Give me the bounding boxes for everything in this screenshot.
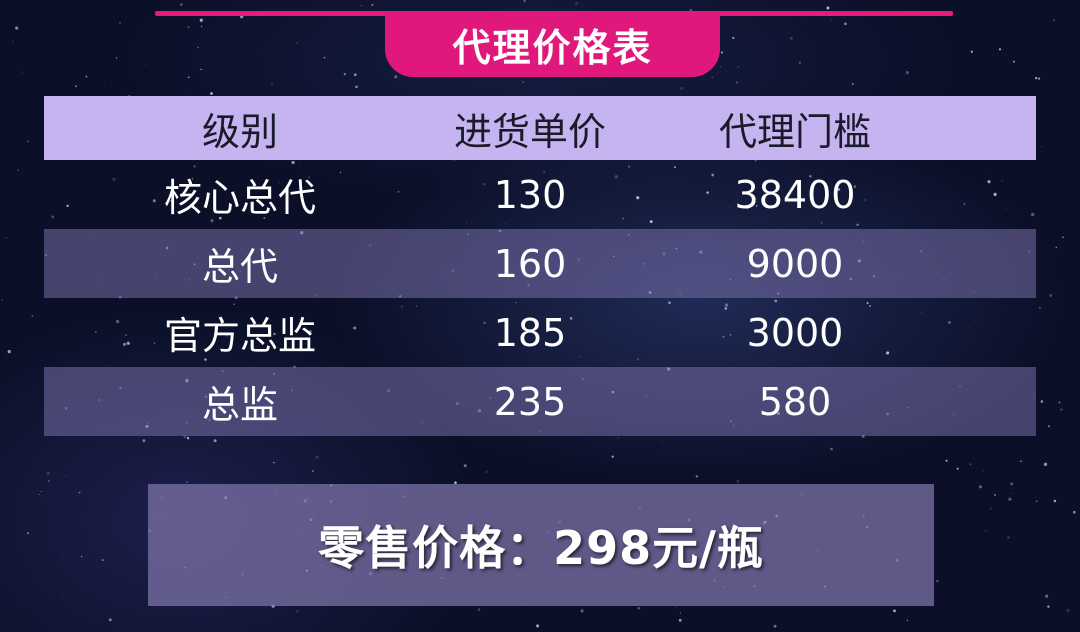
price-table: 级别 进货单价 代理门槛 核心总代 130 38400 总代 160 9000 … [44,96,1036,436]
table-row: 总代 160 9000 [44,229,1036,298]
page-title: 代理价格表 [452,24,653,70]
row-threshold: 3000 [746,310,844,355]
header-level: 级别 [201,109,278,154]
row-level: 官方总监 [163,314,316,358]
row-threshold: 9000 [746,241,844,286]
retail-price-box: 零售价格：298元/瓶 [148,484,934,606]
table-header-row: 级别 进货单价 代理门槛 [44,96,1036,160]
table-row: 核心总代 130 38400 [44,160,1036,229]
row-level: 总代 [201,245,278,289]
row-threshold: 38400 [734,172,856,217]
title-banner: 代理价格表 [385,11,720,77]
row-level: 总监 [201,383,278,427]
table-row: 官方总监 185 3000 [44,298,1036,367]
row-unit-price: 130 [493,172,567,217]
header-unit-price: 进货单价 [453,109,606,154]
retail-price-text: 零售价格：298元/瓶 [318,521,764,575]
row-unit-price: 160 [493,241,567,286]
row-level: 核心总代 [163,176,316,220]
header-threshold: 代理门槛 [718,109,871,154]
table-row: 总监 235 580 [44,367,1036,436]
row-unit-price: 185 [493,310,567,355]
row-threshold: 580 [758,379,832,424]
row-unit-price: 235 [493,379,567,424]
